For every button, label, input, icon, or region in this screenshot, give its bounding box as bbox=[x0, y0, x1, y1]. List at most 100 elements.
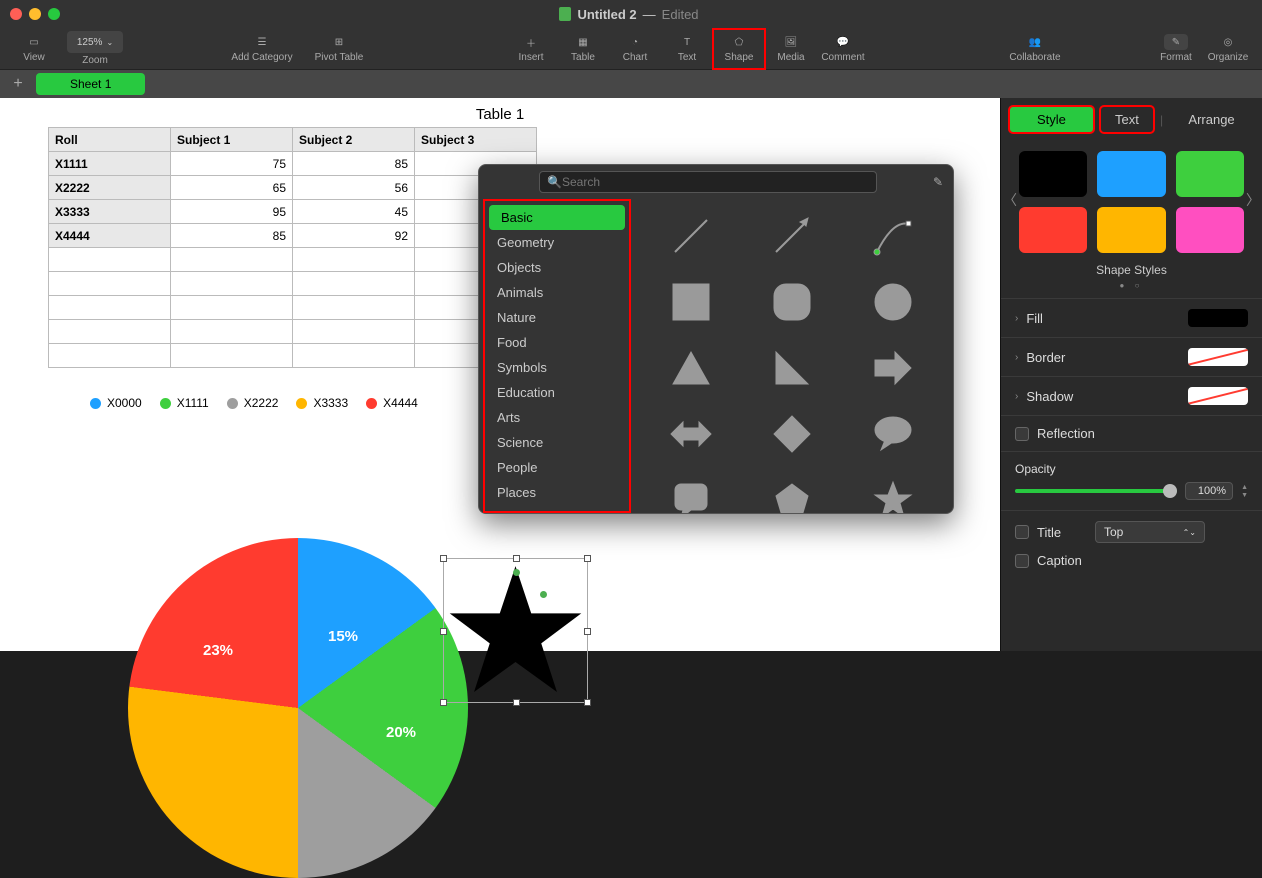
star-point-handle[interactable] bbox=[540, 591, 547, 598]
resize-handle[interactable] bbox=[440, 699, 447, 706]
opacity-stepper[interactable]: ▲▼ bbox=[1241, 484, 1248, 499]
fullscreen-window[interactable] bbox=[48, 8, 60, 20]
column-header[interactable]: Roll bbox=[49, 128, 171, 152]
category-activities[interactable]: Activities bbox=[485, 505, 629, 513]
canvas[interactable]: Table 1 RollSubject 1Subject 2Subject 3 … bbox=[0, 98, 1000, 651]
category-people[interactable]: People bbox=[485, 455, 629, 480]
inspector-tab-style[interactable]: Style bbox=[1009, 106, 1094, 133]
category-basic[interactable]: Basic bbox=[489, 205, 625, 230]
data-table[interactable]: RollSubject 1Subject 2Subject 3 X1111758… bbox=[48, 127, 537, 368]
table-row[interactable] bbox=[49, 272, 537, 296]
format-button[interactable]: ✎Format bbox=[1150, 29, 1202, 69]
table-row[interactable]: X22226556 bbox=[49, 176, 537, 200]
rotate-handle[interactable] bbox=[513, 569, 520, 576]
table-row[interactable]: X11117585 bbox=[49, 152, 537, 176]
table-title[interactable]: Table 1 bbox=[0, 98, 1000, 127]
minimize-window[interactable] bbox=[29, 8, 41, 20]
opacity-slider[interactable] bbox=[1015, 489, 1177, 493]
category-places[interactable]: Places bbox=[485, 480, 629, 505]
resize-handle[interactable] bbox=[513, 699, 520, 706]
fill-color-swatch[interactable] bbox=[1188, 309, 1248, 327]
resize-handle[interactable] bbox=[440, 628, 447, 635]
star-shape[interactable] bbox=[871, 478, 915, 513]
curve-shape[interactable] bbox=[871, 214, 915, 258]
circle-shape[interactable] bbox=[871, 280, 915, 324]
style-swatch[interactable] bbox=[1176, 207, 1244, 253]
inspector-tab-text[interactable]: Text bbox=[1100, 106, 1154, 133]
shadow-none-swatch[interactable] bbox=[1188, 387, 1248, 405]
view-button[interactable]: ▭ View bbox=[8, 29, 60, 69]
category-arts[interactable]: Arts bbox=[485, 405, 629, 430]
add-sheet-button[interactable]: + bbox=[0, 75, 36, 93]
media-button[interactable]: 🖼Media bbox=[765, 29, 817, 69]
comment-button[interactable]: 💬Comment bbox=[817, 29, 869, 69]
style-swatch[interactable] bbox=[1097, 151, 1165, 197]
resize-handle[interactable] bbox=[584, 628, 591, 635]
chart-button[interactable]: ◔Chart bbox=[609, 29, 661, 69]
fill-row[interactable]: › Fill bbox=[1001, 298, 1262, 337]
organize-button[interactable]: ◎Organize bbox=[1202, 29, 1254, 69]
pentagon-shape[interactable] bbox=[770, 478, 814, 513]
table-row[interactable] bbox=[49, 320, 537, 344]
right-triangle-shape[interactable] bbox=[770, 346, 814, 390]
text-button[interactable]: TText bbox=[661, 29, 713, 69]
resize-handle[interactable] bbox=[584, 699, 591, 706]
category-food[interactable]: Food bbox=[485, 330, 629, 355]
edit-pencil-icon[interactable]: ✎ bbox=[933, 175, 943, 189]
inspector-tab-arrange[interactable]: Arrange bbox=[1169, 106, 1254, 133]
category-symbols[interactable]: Symbols bbox=[485, 355, 629, 380]
add-category-button[interactable]: ☰ Add Category bbox=[220, 29, 304, 69]
title-checkbox[interactable] bbox=[1015, 525, 1029, 539]
selected-star-shape[interactable] bbox=[443, 558, 588, 703]
triangle-shape[interactable] bbox=[669, 346, 713, 390]
style-swatch[interactable] bbox=[1176, 151, 1244, 197]
sheet-tab-1[interactable]: Sheet 1 bbox=[36, 73, 145, 95]
collaborate-button[interactable]: 👥Collaborate bbox=[1000, 29, 1070, 69]
square-shape[interactable] bbox=[669, 280, 713, 324]
resize-handle[interactable] bbox=[584, 555, 591, 562]
column-header[interactable]: Subject 1 bbox=[171, 128, 293, 152]
table-row[interactable] bbox=[49, 248, 537, 272]
zoom-button[interactable]: 125%⌄ Zoom bbox=[60, 29, 130, 69]
callout-square-shape[interactable] bbox=[669, 478, 713, 513]
style-swatch[interactable] bbox=[1097, 207, 1165, 253]
arrow-right-shape[interactable] bbox=[871, 346, 915, 390]
category-nature[interactable]: Nature bbox=[485, 305, 629, 330]
rounded-square-shape[interactable] bbox=[770, 280, 814, 324]
border-row[interactable]: › Border bbox=[1001, 337, 1262, 376]
category-education[interactable]: Education bbox=[485, 380, 629, 405]
opacity-value[interactable]: 100% bbox=[1185, 482, 1233, 500]
insert-button[interactable]: ＋Insert bbox=[505, 29, 557, 69]
double-arrow-shape[interactable] bbox=[669, 412, 713, 456]
column-header[interactable]: Subject 3 bbox=[415, 128, 537, 152]
line-shape[interactable] bbox=[669, 214, 713, 258]
title-position-select[interactable]: Top⌃⌄ bbox=[1095, 521, 1205, 543]
caption-checkbox[interactable] bbox=[1015, 554, 1029, 568]
style-swatch[interactable] bbox=[1019, 151, 1087, 197]
style-swatch[interactable] bbox=[1019, 207, 1087, 253]
resize-handle[interactable] bbox=[440, 555, 447, 562]
table-row[interactable]: X33339545 bbox=[49, 200, 537, 224]
diamond-shape[interactable] bbox=[770, 412, 814, 456]
table-row[interactable]: X44448592 bbox=[49, 224, 537, 248]
close-window[interactable] bbox=[10, 8, 22, 20]
border-none-swatch[interactable] bbox=[1188, 348, 1248, 366]
reflection-checkbox[interactable] bbox=[1015, 427, 1029, 441]
category-animals[interactable]: Animals bbox=[485, 280, 629, 305]
speech-bubble-shape[interactable] bbox=[871, 412, 915, 456]
slider-thumb[interactable] bbox=[1163, 484, 1177, 498]
shape-button[interactable]: ⬠Shape bbox=[713, 29, 765, 69]
table-row[interactable] bbox=[49, 344, 537, 368]
table-row[interactable] bbox=[49, 296, 537, 320]
resize-handle[interactable] bbox=[513, 555, 520, 562]
category-science[interactable]: Science bbox=[485, 430, 629, 455]
category-objects[interactable]: Objects bbox=[485, 255, 629, 280]
pivot-table-button[interactable]: ⊞ Pivot Table bbox=[304, 29, 374, 69]
arrow-line-shape[interactable] bbox=[770, 214, 814, 258]
shadow-row[interactable]: › Shadow bbox=[1001, 376, 1262, 415]
swatch-next[interactable]: 〉 bbox=[1246, 190, 1260, 210]
shape-search-input[interactable] bbox=[539, 171, 877, 193]
category-geometry[interactable]: Geometry bbox=[485, 230, 629, 255]
column-header[interactable]: Subject 2 bbox=[293, 128, 415, 152]
table-button[interactable]: ▦Table bbox=[557, 29, 609, 69]
